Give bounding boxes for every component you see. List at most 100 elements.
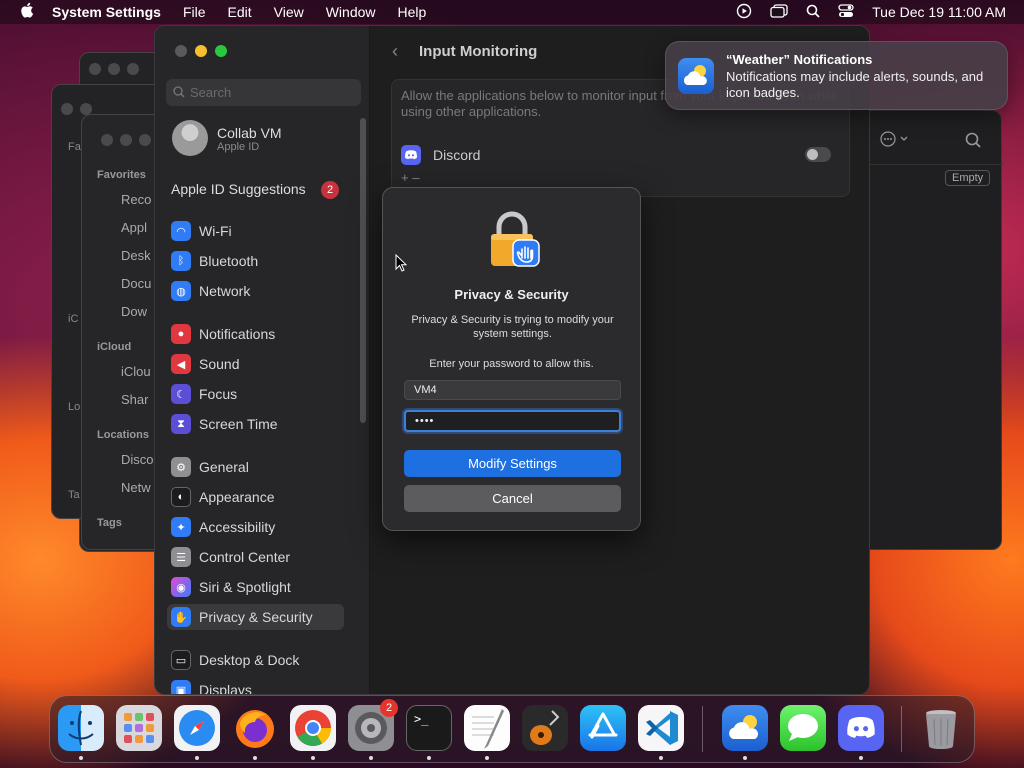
window-controls xyxy=(175,45,227,57)
dock-safari-icon[interactable] xyxy=(174,705,220,751)
search-icon xyxy=(173,79,185,115)
sidebar-item-screen-time[interactable]: ⧗ Screen Time xyxy=(167,411,342,437)
finder-item[interactable]: Desk xyxy=(121,248,151,263)
notification-title: “Weather” Notifications xyxy=(726,52,873,67)
suggestions-label: Apple ID Suggestions xyxy=(171,181,306,197)
add-remove-buttons[interactable]: + – xyxy=(401,170,419,185)
dock-icon: ▭ xyxy=(171,650,191,670)
sidebar-item-wifi[interactable]: ◠ Wi-Fi xyxy=(167,218,342,244)
dock-garageband-icon[interactable] xyxy=(522,705,568,751)
dock-terminal-icon[interactable]: >_ xyxy=(406,705,452,751)
bluetooth-icon: ᛒ xyxy=(171,251,191,271)
finder-item[interactable]: Dow xyxy=(121,304,147,319)
menu-window[interactable]: Window xyxy=(326,4,376,20)
dock-textedit-icon[interactable] xyxy=(464,705,510,751)
more-options-icon[interactable] xyxy=(879,131,909,147)
password-field[interactable]: •••• xyxy=(404,410,621,432)
sidebar-item-sound[interactable]: ◀ Sound xyxy=(167,351,342,377)
dock-finder-icon[interactable] xyxy=(58,705,104,751)
spotlight-search-icon[interactable] xyxy=(806,4,820,21)
sidebar-item-siri-spotlight[interactable]: ◉ Siri & Spotlight xyxy=(167,574,342,600)
app-row-discord: Discord xyxy=(401,143,841,167)
finder-item[interactable]: iClou xyxy=(121,364,151,379)
menu-file[interactable]: File xyxy=(183,4,206,20)
globe-icon: ◍ xyxy=(171,281,191,301)
dock-trash-icon[interactable] xyxy=(918,705,964,751)
dialog-title: Privacy & Security xyxy=(454,287,569,302)
page-title: Input Monitoring xyxy=(419,43,538,60)
terminal-glyph: >_ xyxy=(414,712,429,726)
sidebar-item-general[interactable]: ⚙ General xyxy=(167,454,342,480)
sidebar-scrollbar[interactable] xyxy=(360,118,366,423)
avatar[interactable] xyxy=(172,120,208,156)
dialog-message: Privacy & Security is trying to modify y… xyxy=(411,314,614,340)
dock-vscode-icon[interactable] xyxy=(638,705,684,751)
username-field[interactable]: VM4 xyxy=(404,380,621,400)
sidebar-item-bluetooth[interactable]: ᛒ Bluetooth xyxy=(167,248,342,274)
finder-item[interactable]: Netw xyxy=(121,480,151,495)
search-icon[interactable] xyxy=(965,132,981,153)
app-menu[interactable]: System Settings xyxy=(52,4,161,20)
close-button[interactable] xyxy=(175,45,187,57)
display-icon: ▣ xyxy=(171,680,191,694)
menu-help[interactable]: Help xyxy=(398,4,427,20)
stage-manager-icon[interactable] xyxy=(770,3,788,21)
mouse-cursor-icon xyxy=(395,253,408,277)
sidebar-item-label: Focus xyxy=(199,386,238,402)
menu-bar: System Settings File Edit View Window He… xyxy=(0,0,1024,24)
wifi-icon: ◠ xyxy=(171,221,191,241)
sidebar-item-appearance[interactable]: ◐ Appearance xyxy=(167,484,342,510)
dock-chrome-icon[interactable] xyxy=(290,705,336,751)
sidebar-item-label: Siri & Spotlight xyxy=(199,579,291,595)
finder-item[interactable]: Disco xyxy=(121,452,154,467)
modify-settings-button[interactable]: Modify Settings xyxy=(404,450,621,477)
screen-record-icon[interactable] xyxy=(736,3,752,22)
finder-item[interactable]: Shar xyxy=(121,392,148,407)
control-center-icon[interactable] xyxy=(838,3,854,21)
hourglass-icon: ⧗ xyxy=(171,414,191,434)
dock-discord-icon[interactable] xyxy=(838,705,884,751)
sidebar-item-control-center[interactable]: ☰ Control Center xyxy=(167,544,342,570)
search-input[interactable]: Search xyxy=(166,79,361,106)
account-name[interactable]: Collab VM xyxy=(217,125,282,141)
finder-item[interactable]: Reco xyxy=(121,192,151,207)
zoom-button[interactable] xyxy=(215,45,227,57)
menu-view[interactable]: View xyxy=(274,4,304,20)
sidebar-item-displays[interactable]: ▣ Displays xyxy=(167,677,342,695)
sidebar-item-label: Sound xyxy=(199,356,240,372)
moon-icon: ☾ xyxy=(171,384,191,404)
back-chevron-icon[interactable]: ‹ xyxy=(392,41,398,62)
control-center-icon: ☰ xyxy=(171,547,191,567)
dock-system-settings-icon[interactable]: 2 xyxy=(348,699,398,751)
notification-banner[interactable]: “Weather” Notifications Notifications ma… xyxy=(665,41,1008,110)
finder-item[interactable]: Docu xyxy=(121,276,151,291)
dock-firefox-icon[interactable] xyxy=(232,705,278,751)
minimize-button[interactable] xyxy=(195,45,207,57)
sidebar-item-notifications[interactable]: ● Notifications xyxy=(167,321,342,347)
dock-weather-icon[interactable] xyxy=(722,705,768,751)
sidebar-item-privacy-security[interactable]: ✋ Privacy & Security xyxy=(167,604,344,630)
discord-toggle[interactable] xyxy=(805,147,831,162)
sidebar-item-label: Accessibility xyxy=(199,519,276,535)
sidebar-item-focus[interactable]: ☾ Focus xyxy=(167,381,342,407)
notification-body: Notifications may include alerts, sounds… xyxy=(726,69,984,100)
dock-app-store-icon[interactable] xyxy=(580,705,626,751)
sidebar-item-desktop-dock[interactable]: ▭ Desktop & Dock xyxy=(167,647,342,673)
menubar-clock[interactable]: Tue Dec 19 11:00 AM xyxy=(872,4,1006,20)
sidebar-item-accessibility[interactable]: ✦ Accessibility xyxy=(167,514,342,540)
empty-label: Empty xyxy=(945,170,991,186)
cancel-button[interactable]: Cancel xyxy=(404,485,621,512)
sidebar-item-label: Notifications xyxy=(199,326,276,342)
apple-id-suggestions[interactable]: Apple ID Suggestions 2 xyxy=(171,181,341,201)
stub-label: Ta xyxy=(68,489,80,501)
dock-launchpad-icon[interactable] xyxy=(116,705,162,751)
sidebar-item-label: Displays xyxy=(199,682,252,695)
apple-menu-icon[interactable] xyxy=(20,2,34,23)
menu-edit[interactable]: Edit xyxy=(228,4,252,20)
account-subtitle: Apple ID xyxy=(217,141,260,153)
sidebar-item-network[interactable]: ◍ Network xyxy=(167,278,342,304)
accessibility-icon: ✦ xyxy=(171,517,191,537)
finder-item[interactable]: Appl xyxy=(121,220,147,235)
dock-messages-icon[interactable] xyxy=(780,705,826,751)
sidebar-item-label: Appearance xyxy=(199,489,275,505)
